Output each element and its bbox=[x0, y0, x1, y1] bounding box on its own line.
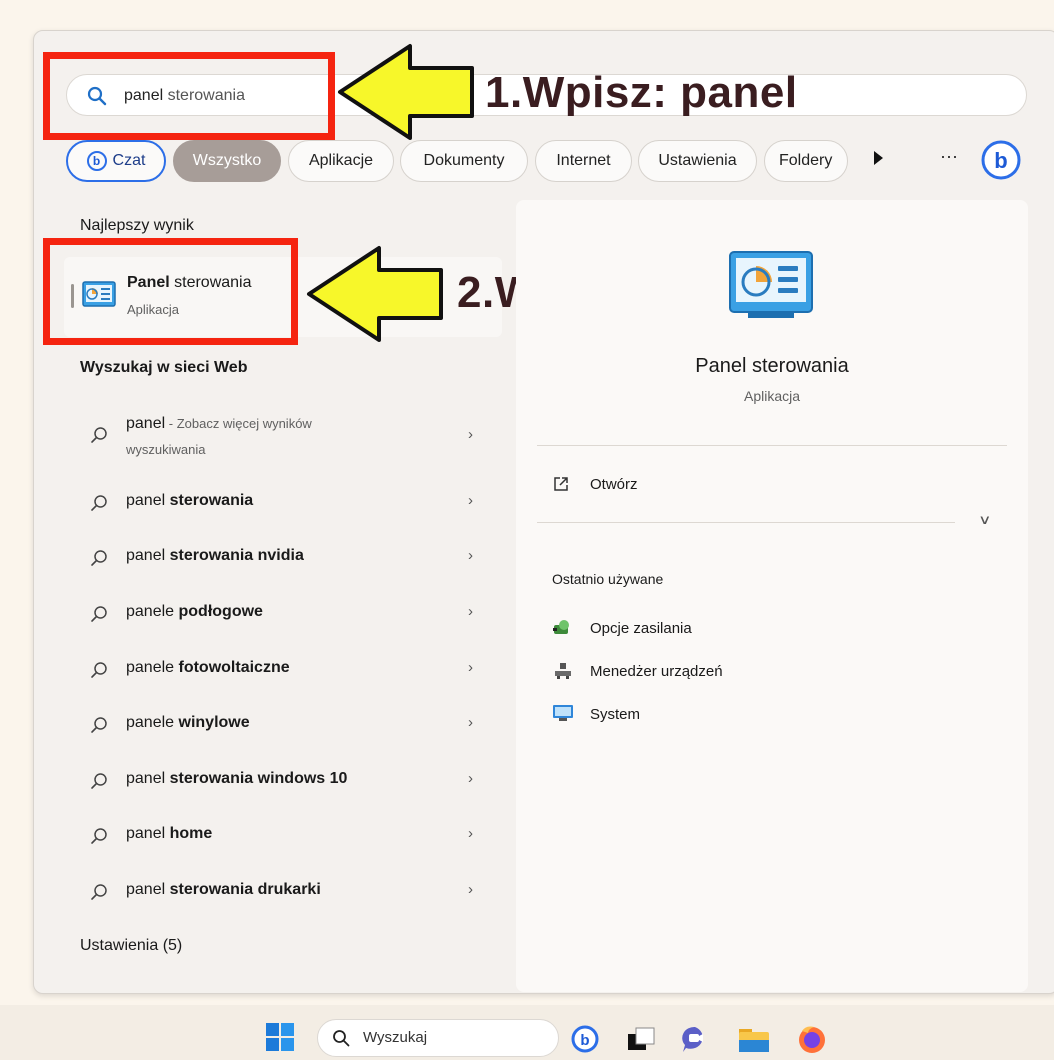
detail-type: Aplikacja bbox=[743, 388, 801, 404]
web-result-label: panel sterowania windows 10 bbox=[126, 770, 348, 787]
chevron-right-icon: › bbox=[468, 603, 473, 620]
filter-aplikacje[interactable]: Aplikacje bbox=[288, 140, 394, 182]
device-manager-icon bbox=[555, 663, 571, 679]
web-search-heading: Wyszukaj w sieci Web bbox=[80, 359, 248, 376]
chevron-right-icon: › bbox=[468, 492, 473, 509]
search-icon bbox=[333, 1030, 350, 1047]
recent-item-device-manager[interactable]: Menedżer urządzeń bbox=[590, 663, 723, 680]
svg-text:b: b bbox=[580, 1032, 589, 1049]
web-result[interactable]: panel sterowania drukarki › bbox=[80, 867, 500, 917]
file-explorer-icon[interactable] bbox=[738, 1026, 770, 1054]
search-icon bbox=[91, 550, 107, 566]
chevron-down-icon[interactable]: ∨ bbox=[978, 512, 991, 528]
search-icon bbox=[91, 773, 107, 789]
web-result-first[interactable]: panel - Zobacz więcej wyników wyszukiwan… bbox=[80, 412, 500, 464]
filter-czat[interactable]: b Czat bbox=[66, 140, 166, 182]
web-result[interactable]: panele fotowoltaiczne › bbox=[80, 645, 500, 695]
chevron-right-icon: › bbox=[468, 547, 473, 564]
web-result[interactable]: panele winylowe › bbox=[80, 700, 500, 750]
web-result-label: panele winylowe bbox=[126, 714, 250, 731]
bing-chat-icon: b bbox=[86, 151, 107, 171]
chevron-right-icon: › bbox=[468, 881, 473, 898]
filter-internet[interactable]: Internet bbox=[535, 140, 632, 182]
web-result-label: panel sterowania drukarki bbox=[126, 881, 321, 898]
annotation-box-result bbox=[43, 238, 298, 345]
task-view-icon[interactable] bbox=[626, 1026, 656, 1052]
taskbar-search-placeholder: Wyszukaj bbox=[363, 1029, 428, 1046]
annotation-step1: 1.Wpisz: panel bbox=[485, 68, 798, 117]
web-result-label: panel sterowania nvidia bbox=[126, 547, 304, 564]
search-icon bbox=[91, 828, 107, 844]
more-button[interactable]: ··· bbox=[940, 146, 958, 167]
firefox-icon[interactable] bbox=[796, 1023, 828, 1055]
divider bbox=[537, 522, 955, 523]
chevron-right-icon: › bbox=[468, 825, 473, 842]
web-result-label: panel - Zobacz więcej wyników bbox=[126, 415, 312, 432]
scroll-right-arrow-icon[interactable] bbox=[874, 151, 883, 165]
recent-heading: Ostatnio używane bbox=[552, 571, 664, 587]
annotation-box-search bbox=[43, 52, 335, 140]
settings-heading[interactable]: Ustawienia (5) bbox=[80, 937, 182, 955]
best-match-heading: Najlepszy wynik bbox=[80, 217, 194, 234]
web-result[interactable]: panele podłogowe › bbox=[80, 589, 500, 639]
recent-item-system[interactable]: System bbox=[590, 706, 640, 723]
annotation-arrow-1 bbox=[338, 44, 474, 140]
web-result-label-cont: wyszukiwania bbox=[126, 442, 206, 457]
web-result[interactable]: panel sterowania nvidia › bbox=[80, 533, 500, 583]
taskbar-search[interactable]: Wyszukaj bbox=[317, 1019, 559, 1057]
filter-wszystko[interactable]: Wszystko bbox=[173, 140, 281, 182]
search-icon bbox=[91, 662, 107, 678]
bing-taskbar-icon[interactable]: b bbox=[570, 1024, 600, 1054]
web-result[interactable]: panel sterowania windows 10 › bbox=[80, 756, 500, 806]
web-result-label: panel sterowania bbox=[126, 492, 254, 509]
control-panel-large-icon bbox=[729, 251, 813, 318]
windows-start-icon[interactable] bbox=[265, 1022, 295, 1052]
svg-text:b: b bbox=[994, 148, 1007, 173]
web-result-label: panele fotowoltaiczne bbox=[126, 659, 290, 676]
detail-title: Panel sterowania bbox=[695, 355, 849, 377]
power-options-icon bbox=[553, 620, 569, 634]
chevron-right-icon: › bbox=[468, 714, 473, 731]
chevron-right-icon: › bbox=[468, 659, 473, 676]
search-icon bbox=[91, 606, 107, 622]
bing-icon[interactable]: b bbox=[980, 139, 1022, 181]
chevron-right-icon: › bbox=[468, 770, 473, 787]
recent-item-power-options[interactable]: Opcje zasilania bbox=[590, 620, 692, 637]
open-action[interactable]: Otwórz bbox=[590, 476, 638, 493]
filter-foldery[interactable]: Foldery bbox=[764, 140, 848, 182]
divider bbox=[537, 445, 1007, 446]
web-result-label: panele podłogowe bbox=[126, 603, 263, 620]
search-icon bbox=[91, 717, 107, 733]
web-result[interactable]: panel home › bbox=[80, 811, 500, 861]
filter-dokumenty[interactable]: Dokumenty bbox=[400, 140, 528, 182]
chevron-right-icon: › bbox=[468, 426, 473, 443]
web-result-label: panel home bbox=[126, 825, 213, 842]
filter-ustawienia[interactable]: Ustawienia bbox=[638, 140, 757, 182]
search-icon bbox=[91, 427, 107, 443]
system-icon bbox=[553, 705, 573, 721]
annotation-arrow-2 bbox=[307, 246, 443, 342]
search-icon bbox=[91, 884, 107, 900]
search-icon bbox=[91, 495, 107, 511]
teams-chat-icon[interactable] bbox=[680, 1024, 710, 1054]
open-external-icon bbox=[554, 477, 568, 491]
web-result[interactable]: panel sterowania › bbox=[80, 478, 500, 528]
